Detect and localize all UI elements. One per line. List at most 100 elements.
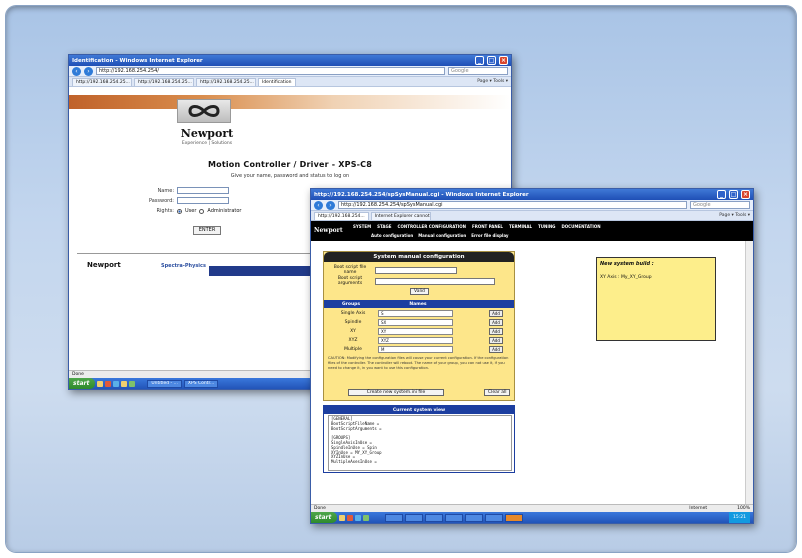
menu-terminal[interactable]: TERMINAL <box>509 224 532 229</box>
maximize-icon[interactable]: □ <box>487 56 496 65</box>
actions-row: Create new system.ini file <box>348 389 444 396</box>
tab[interactable]: http://192.168.254.25... <box>134 77 194 86</box>
page-title: Motion Controller / Driver - XPS-C8 <box>207 160 373 169</box>
page-subtitle: Give your name, password and status to l… <box>230 173 350 179</box>
name-field[interactable] <box>177 187 229 194</box>
search-input[interactable]: Google <box>690 201 750 209</box>
tab[interactable]: http://192.168.254.25... <box>72 77 132 86</box>
brand-tagline: Experience | Solutions <box>181 141 233 146</box>
search-input[interactable]: Google <box>448 67 508 75</box>
taskbar-item[interactable] <box>485 513 504 522</box>
quicklaunch-icon[interactable] <box>113 380 120 387</box>
quicklaunch-icon[interactable] <box>105 380 112 387</box>
minimize-icon[interactable]: _ <box>717 190 726 199</box>
taskbar-item[interactable]: XPS Contr... <box>183 379 219 388</box>
back-icon[interactable]: ‹ <box>314 200 323 210</box>
valid-button[interactable]: Valid <box>410 288 429 295</box>
taskbar-item[interactable] <box>505 513 524 522</box>
window-title: Identification - Windows Internet Explor… <box>72 57 203 64</box>
tab[interactable]: http://192.168.254... <box>314 211 369 220</box>
submenu-error-file-display[interactable]: Error file display <box>471 233 508 238</box>
add-button[interactable]: Add <box>489 318 503 326</box>
group-row: XYZ XYZ Add <box>328 336 512 344</box>
boot-args-row: Boot script arguments <box>328 276 495 286</box>
status-bar: Done Internet 100% <box>311 504 753 512</box>
close-icon[interactable]: × <box>741 190 750 199</box>
minimize-icon[interactable]: _ <box>475 56 484 65</box>
menu-system[interactable]: SYSTEM <box>353 224 371 229</box>
taskbar: start 15:21 <box>311 512 753 523</box>
quicklaunch-icon[interactable] <box>97 380 104 387</box>
forward-icon[interactable]: › <box>84 66 93 76</box>
zoom-text[interactable]: 100% <box>737 506 750 511</box>
taskbar-item[interactable] <box>445 513 464 522</box>
create-system-ini-button[interactable]: Create new system.ini file <box>348 389 444 396</box>
add-button[interactable]: Add <box>489 327 503 335</box>
group-name-input[interactable]: SX <box>378 318 453 326</box>
tab[interactable]: http://192.168.254.25... <box>196 77 256 86</box>
administrator-radio-label: Administrator <box>207 208 242 214</box>
submenu-manual-configuration[interactable]: Manual configuration <box>418 233 466 238</box>
quicklaunch-icon[interactable] <box>363 514 370 521</box>
taskbar-item[interactable] <box>405 513 424 522</box>
vertical-scrollbar[interactable] <box>745 241 753 504</box>
tab-identification[interactable]: Identification <box>258 77 296 86</box>
address-input[interactable]: http://192.168.254.254/spSysManual.cgi <box>338 201 687 209</box>
current-system-textarea[interactable]: [GENERAL] BootScriptFileName = BootScrip… <box>328 415 512 471</box>
current-system-header: Current system view <box>324 406 514 414</box>
administrator-radio[interactable] <box>199 208 205 214</box>
page-tools-menu[interactable]: Page ▾ Tools ▾ <box>719 213 750 218</box>
add-button[interactable]: Add <box>489 309 503 317</box>
quicklaunch-icon[interactable] <box>347 514 354 521</box>
address-input[interactable]: http://192.168.254.254/ <box>96 67 445 75</box>
group-name-input[interactable]: XYZ <box>378 336 453 344</box>
close-icon[interactable]: × <box>499 56 508 65</box>
rights-row: Rights: User Administrator <box>129 208 269 214</box>
tab[interactable]: Internet Explorer cannot dis... <box>370 211 431 220</box>
group-name-input[interactable]: XY <box>378 327 453 335</box>
page-tools-menu[interactable]: Page ▾ Tools ▾ <box>477 79 508 84</box>
enter-button[interactable]: ENTER <box>193 226 221 235</box>
rights-label: Rights: <box>156 208 174 214</box>
forward-icon[interactable]: › <box>326 200 335 210</box>
system-clock: 15:21 <box>729 512 750 523</box>
user-radio[interactable] <box>177 208 182 214</box>
taskbar-item[interactable]: Untitled - ... <box>147 379 182 388</box>
clear-all-button[interactable]: Clear all <box>484 389 511 396</box>
group-row: Single Axis S Add <box>328 309 512 317</box>
start-button[interactable]: start <box>69 378 96 389</box>
taskbar-item[interactable] <box>465 513 484 522</box>
menu-tuning[interactable]: TUNING <box>538 224 555 229</box>
name-row: Name: <box>129 187 269 194</box>
new-build-title: New system build : <box>600 261 654 267</box>
menu-documentation[interactable]: DOCUMENTATION <box>561 224 600 229</box>
title-bar[interactable]: Identification - Windows Internet Explor… <box>69 55 511 66</box>
add-button[interactable]: Add <box>489 345 503 353</box>
boot-script-select[interactable] <box>375 266 457 274</box>
header-stripe <box>69 95 511 109</box>
quicklaunch-icon[interactable] <box>121 380 128 387</box>
group-name-input[interactable]: M <box>378 345 453 353</box>
group-label: Multiple <box>344 346 362 352</box>
taskbar-item[interactable] <box>425 513 444 522</box>
password-field[interactable] <box>177 197 229 204</box>
quicklaunch-icon[interactable] <box>129 380 136 387</box>
main-menu: SYSTEM STAGE CONTROLLER CONFIGURATION FR… <box>353 224 601 229</box>
quicklaunch-icon[interactable] <box>355 514 362 521</box>
address-bar: ‹ › http://192.168.254.254/ Google <box>69 66 511 77</box>
menu-controller-configuration[interactable]: CONTROLLER CONFIGURATION <box>398 224 466 229</box>
boot-args-input[interactable] <box>375 277 495 285</box>
start-button[interactable]: start <box>311 512 338 523</box>
back-icon[interactable]: ‹ <box>72 66 81 76</box>
current-system-panel: Current system view [GENERAL] BootScript… <box>323 405 515 473</box>
submenu-auto-configuration[interactable]: Auto configuration <box>371 233 413 238</box>
menu-stage[interactable]: STAGE <box>377 224 391 229</box>
group-name-input[interactable]: S <box>378 309 453 317</box>
maximize-icon[interactable]: □ <box>729 190 738 199</box>
menu-front-panel[interactable]: FRONT PANEL <box>472 224 503 229</box>
taskbar-item[interactable] <box>385 513 404 522</box>
add-button[interactable]: Add <box>489 336 503 344</box>
quicklaunch-icon[interactable] <box>339 514 346 521</box>
brand-name: Newport <box>314 227 343 234</box>
title-bar[interactable]: http://192.168.254.254/spSysManual.cgi -… <box>311 189 753 200</box>
